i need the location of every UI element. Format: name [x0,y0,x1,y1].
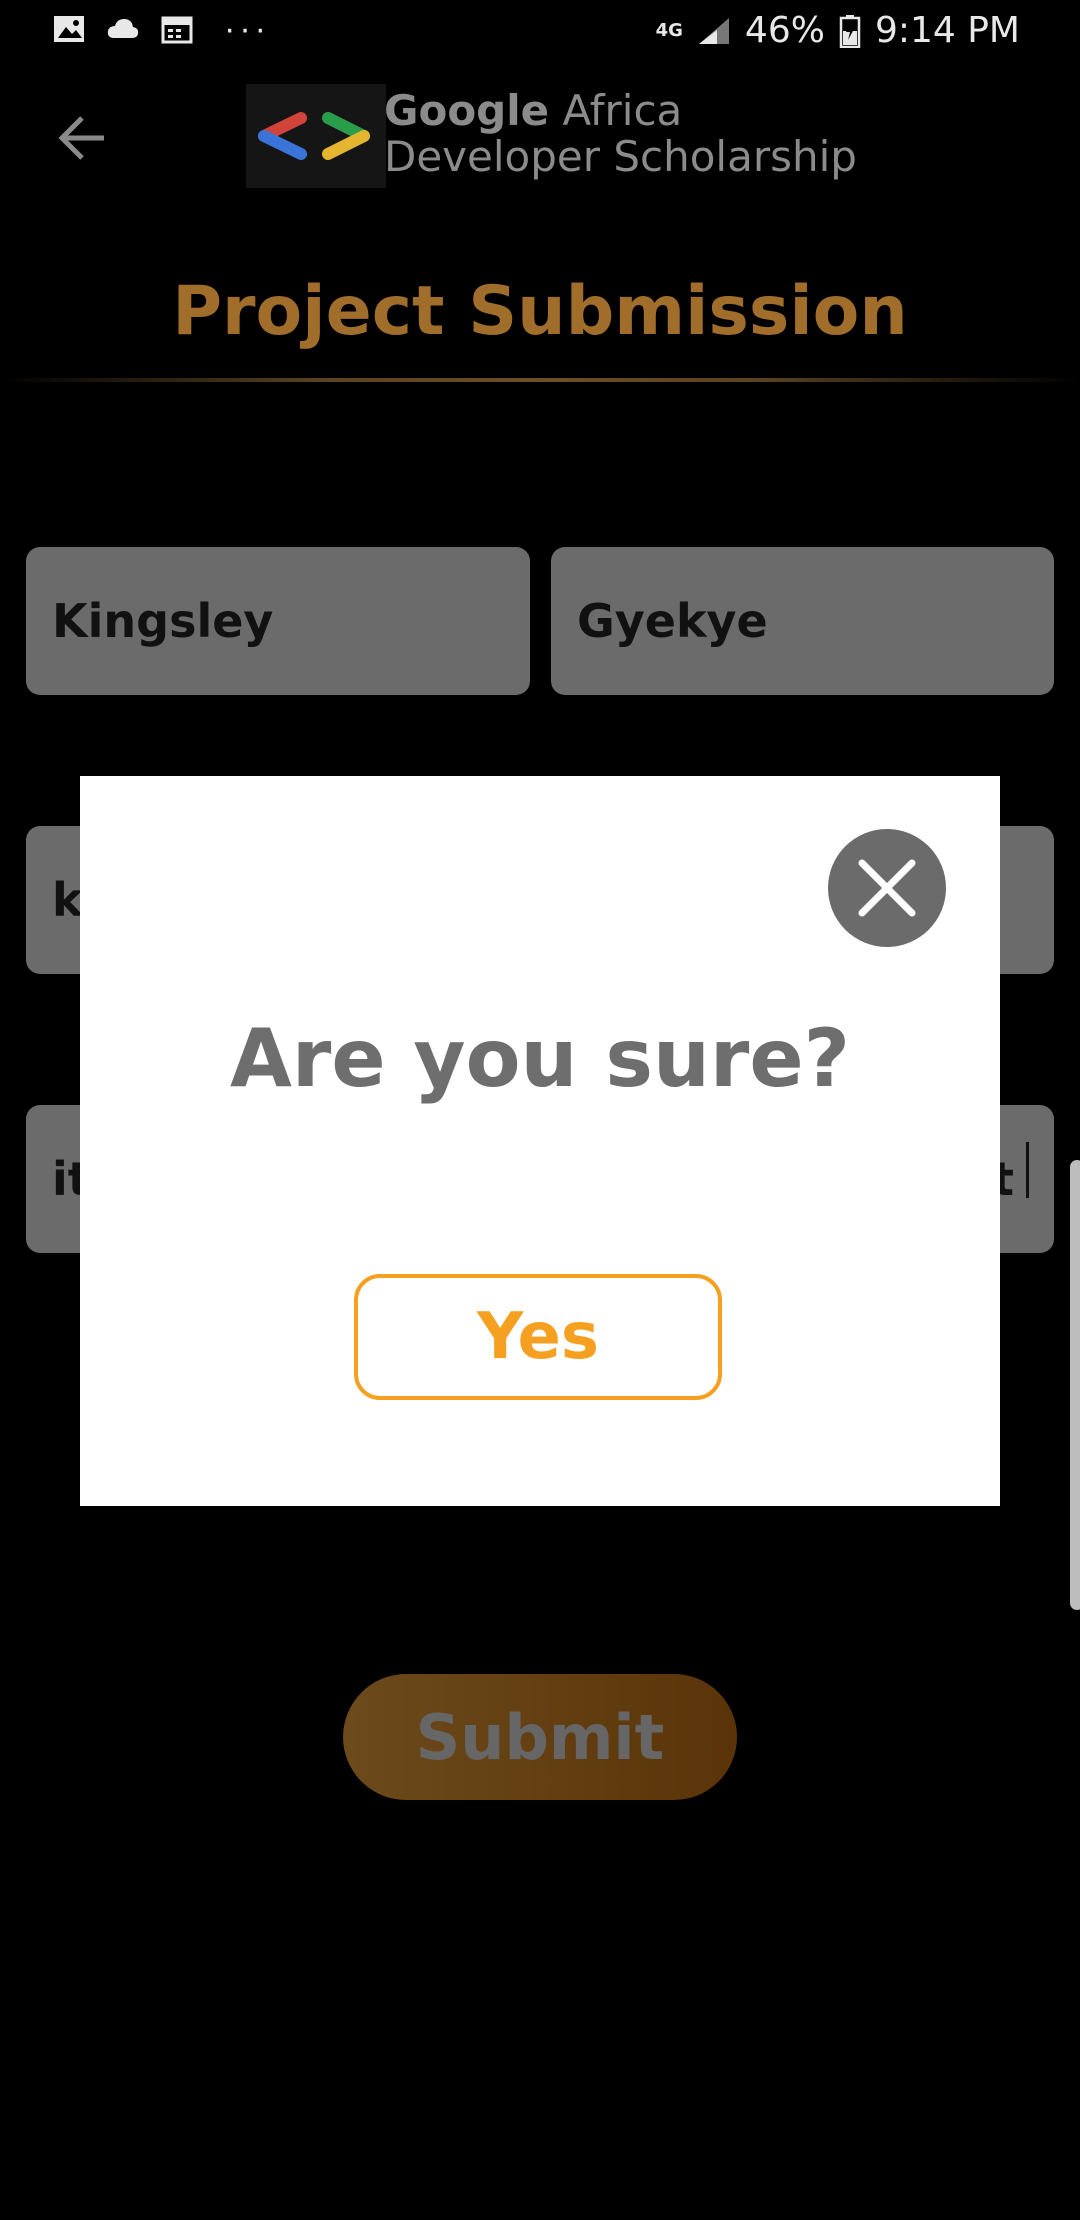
more-notifications-indicator: ··· [224,10,270,48]
network-type-label: 4G [655,19,683,41]
last-name-field[interactable]: Gyekye [551,547,1054,695]
image-icon [54,16,84,42]
calendar-icon [161,16,193,44]
dialog-title: Are you sure? [229,1012,851,1105]
close-dialog-button[interactable] [828,829,946,947]
first-name-field[interactable]: Kingsley [26,547,530,695]
gads-logo [246,84,386,188]
signal-icon [698,17,729,44]
clock: 9:14 PM [874,10,1020,51]
close-icon [858,859,916,917]
confirm-dialog: Are you sure? Yes [80,776,1000,1506]
status-bar: ··· 4G 46% 9:14 PM [0,0,1080,66]
submit-button[interactable]: Submit [343,1674,737,1800]
logo-subtitle: Developer Scholarship [384,132,857,181]
battery-percent: 46% [744,10,825,51]
cloud-icon [107,19,139,38]
logo-google-word: Google [384,86,550,135]
text-cursor [1026,1142,1029,1198]
title-divider [0,378,1080,382]
code-brackets-icon [258,112,370,160]
logo-africa-word: Africa [549,86,683,135]
arrow-left-icon[interactable] [54,108,114,168]
page-title: Project Submission [172,272,908,351]
battery-icon [839,14,861,48]
app-logo-title: Google Africa Developer Scholarship [384,88,857,180]
yes-button[interactable]: Yes [354,1274,722,1400]
scroll-handle[interactable] [1070,1160,1080,1610]
